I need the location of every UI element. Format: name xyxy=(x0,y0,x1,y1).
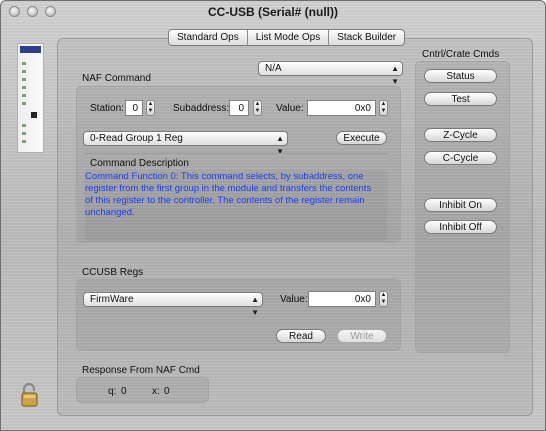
top-select-value: N/A xyxy=(265,63,282,74)
x-label: x: xyxy=(152,386,160,397)
module-led xyxy=(22,70,26,73)
module-led xyxy=(22,86,26,89)
ccusb-value-field[interactable]: 0x0 xyxy=(308,291,376,307)
z-cycle-button[interactable]: Z-Cycle xyxy=(424,128,497,142)
station-stepper[interactable]: ▲ ▼ xyxy=(146,100,155,116)
tab-standard-ops[interactable]: Standard Ops xyxy=(169,30,248,45)
module-led xyxy=(22,132,26,135)
module-connector xyxy=(31,112,37,118)
command-select[interactable]: 0-Read Group 1 Reg ▲ ▼ xyxy=(83,131,288,156)
updown-arrows-icon: ▲ ▼ xyxy=(251,295,259,317)
station-label: Station: xyxy=(90,103,124,114)
inhibit-off-button[interactable]: Inhibit Off xyxy=(424,220,497,234)
module-led xyxy=(22,102,26,105)
module-led xyxy=(22,62,26,65)
subaddress-field[interactable]: 0 xyxy=(229,100,249,116)
status-button[interactable]: Status xyxy=(424,69,497,83)
read-button[interactable]: Read xyxy=(276,329,326,343)
lock-open-icon[interactable] xyxy=(20,382,42,408)
register-select[interactable]: FirmWare ▲ ▼ xyxy=(83,292,263,317)
subaddress-label: Subaddress: xyxy=(173,103,230,114)
tab-bar: Standard Ops List Mode Ops Stack Builder xyxy=(168,29,406,46)
top-select[interactable]: N/A ▲ ▼ xyxy=(258,61,403,86)
divider xyxy=(84,153,388,154)
tab-stack-builder[interactable]: Stack Builder xyxy=(329,30,404,45)
subaddress-stepper[interactable]: ▲ ▼ xyxy=(253,100,262,116)
ccusb-value-stepper[interactable]: ▲ ▼ xyxy=(379,291,388,307)
command-select-value: 0-Read Group 1 Reg xyxy=(90,133,183,144)
updown-arrows-icon: ▲ ▼ xyxy=(391,64,399,86)
register-select-value: FirmWare xyxy=(90,294,134,305)
station-field[interactable]: 0 xyxy=(125,100,143,116)
updown-arrows-icon: ▲ ▼ xyxy=(276,134,284,156)
test-button[interactable]: Test xyxy=(424,92,497,106)
response-group xyxy=(76,377,209,403)
module-logo xyxy=(20,46,41,53)
naf-value-label: Value: xyxy=(276,103,304,114)
main-window: CC-USB (Serial# (null)) Standard Ops Lis… xyxy=(0,0,546,431)
module-led xyxy=(22,140,26,143)
x-value: 0 xyxy=(164,386,170,397)
c-cycle-button[interactable]: C-Cycle xyxy=(424,151,497,165)
naf-group-label: NAF Command xyxy=(82,73,151,84)
module-led xyxy=(22,94,26,97)
q-label: q: xyxy=(108,386,117,397)
window-title: CC-USB (Serial# (null)) xyxy=(207,5,338,19)
command-description-text: Command Function 0: This command selects… xyxy=(85,171,372,218)
q-value: 0 xyxy=(121,386,127,397)
naf-value-stepper[interactable]: ▲ ▼ xyxy=(379,100,388,116)
inhibit-on-button[interactable]: Inhibit On xyxy=(424,198,497,212)
ccusb-value-label: Value: xyxy=(280,294,308,305)
module-led xyxy=(22,78,26,81)
module-led xyxy=(22,124,26,127)
execute-button[interactable]: Execute xyxy=(336,131,387,145)
response-group-label: Response From NAF Cmd xyxy=(82,365,200,376)
naf-value-field[interactable]: 0x0 xyxy=(307,100,376,116)
crate-group-label: Cntrl/Crate Cmds xyxy=(422,49,500,60)
command-description-label: Command Description xyxy=(90,158,189,169)
ccusb-group-label: CCUSB Regs xyxy=(82,267,144,278)
write-button[interactable]: Write xyxy=(337,329,387,343)
tab-list-mode-ops[interactable]: List Mode Ops xyxy=(248,30,330,45)
title-bar: CC-USB (Serial# (null)) xyxy=(1,1,545,23)
module-image xyxy=(17,43,44,153)
